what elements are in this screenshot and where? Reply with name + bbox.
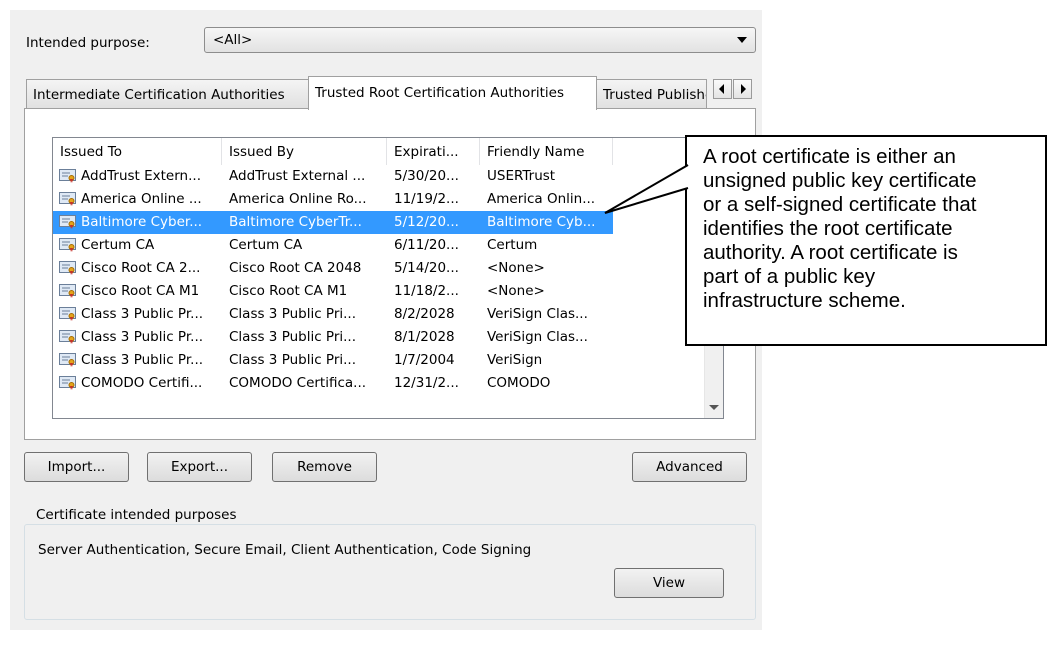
callout-pointer (604, 164, 689, 214)
